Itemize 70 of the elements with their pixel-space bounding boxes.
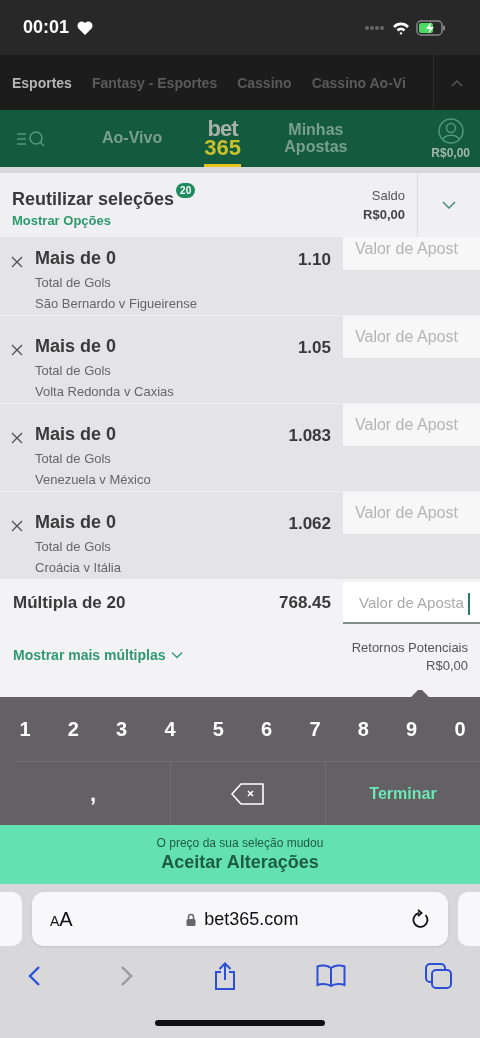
wifi-icon — [392, 20, 410, 35]
stake-field[interactable]: Valor de Apost — [343, 492, 480, 534]
battery-charging-icon — [416, 19, 446, 36]
backspace-icon[interactable] — [231, 782, 265, 805]
remove-icon[interactable] — [11, 344, 23, 356]
selection-count-badge: 20 — [176, 182, 196, 198]
address-bar[interactable]: AA bet365.com — [32, 892, 448, 946]
remove-icon[interactable] — [11, 520, 23, 532]
accept-changes-button[interactable]: O preço da sua seleção mudou Aceitar Alterações — [0, 825, 480, 884]
digit-key[interactable]: 9 — [404, 717, 419, 741]
bet365-logo[interactable]: bet 365 — [204, 110, 241, 167]
clock-time: 00:01 — [23, 17, 70, 38]
show-options-link[interactable]: Mostrar Opções — [12, 212, 196, 228]
stake-field[interactable]: Valor de Apost — [343, 237, 480, 270]
share-icon[interactable] — [213, 962, 237, 990]
digit-key[interactable]: 8 — [356, 717, 371, 741]
reload-icon[interactable] — [412, 909, 430, 929]
lock-icon — [186, 912, 197, 926]
event-name: Volta Redonda v Caxias — [35, 384, 174, 399]
stake-field[interactable]: Valor de Apost — [343, 316, 480, 358]
odds-value: 1.10 — [297, 250, 331, 270]
text-size-button[interactable]: AA — [50, 907, 73, 931]
market-name: Total de Gols — [35, 539, 112, 554]
digit-key[interactable]: 2 — [66, 717, 81, 741]
book-icon[interactable] — [316, 964, 346, 988]
multiple-title: Múltipla de 20 — [13, 593, 126, 613]
odds-value: 1.062 — [288, 514, 331, 534]
event-name: Venezuela v México — [35, 472, 151, 487]
show-more-multiples-link[interactable]: Mostrar mais múltiplas — [13, 647, 183, 663]
digit-key[interactable]: 1 — [18, 717, 32, 741]
comma-key[interactable]: , — [16, 762, 170, 825]
sport-tab[interactable]: Esportes — [12, 74, 72, 91]
digit-key[interactable]: 4 — [163, 717, 177, 741]
url-text: bet365.com — [204, 908, 299, 930]
event-name: São Bernardo v Figueirense — [35, 296, 197, 311]
digit-key[interactable]: 7 — [307, 717, 322, 741]
digit-key[interactable]: 6 — [259, 717, 274, 741]
digit-key[interactable]: 0 — [452, 717, 467, 741]
account-balance: R$0,00 — [431, 145, 470, 160]
stake-field[interactable]: Valor de Aposta — [343, 582, 480, 624]
signal-icon — [364, 24, 386, 31]
event-name: Croácia v Itália — [35, 560, 121, 575]
heart-icon — [77, 20, 94, 35]
selection-title: Mais de 0 — [35, 512, 118, 533]
remove-icon[interactable] — [11, 432, 23, 444]
digit-key[interactable]: 5 — [211, 717, 226, 741]
chevron-down-icon — [170, 651, 183, 659]
market-name: Total de Gols — [35, 451, 112, 466]
odds-value: 768.45 — [279, 593, 331, 613]
digit-key[interactable]: 3 — [114, 717, 129, 741]
balance-label: Saldo — [371, 188, 405, 203]
odds-value: 1.05 — [297, 338, 331, 358]
potential-returns-label: Retornos Potenciais — [351, 640, 468, 655]
bet-slip-title: Reutilizar seleções — [12, 188, 175, 210]
tabs-icon[interactable] — [425, 963, 453, 989]
remove-icon[interactable] — [11, 256, 23, 268]
account-icon[interactable] — [437, 117, 464, 144]
selection-title: Mais de 0 — [35, 336, 118, 357]
potential-returns-value: R$0,00 — [426, 658, 468, 673]
chevron-up-icon[interactable] — [451, 78, 463, 87]
market-name: Total de Gols — [35, 275, 112, 290]
odds-value: 1.083 — [288, 426, 331, 446]
stake-field[interactable]: Valor de Apost — [343, 404, 480, 446]
selection-title: Mais de 0 — [35, 424, 118, 445]
market-name: Total de Gols — [35, 363, 112, 378]
selection-title: Mais de 0 — [35, 248, 118, 269]
balance-value: R$0,00 — [363, 207, 405, 222]
text-caret — [468, 593, 470, 615]
back-icon[interactable] — [27, 965, 41, 987]
chevron-down-icon[interactable] — [442, 201, 456, 209]
